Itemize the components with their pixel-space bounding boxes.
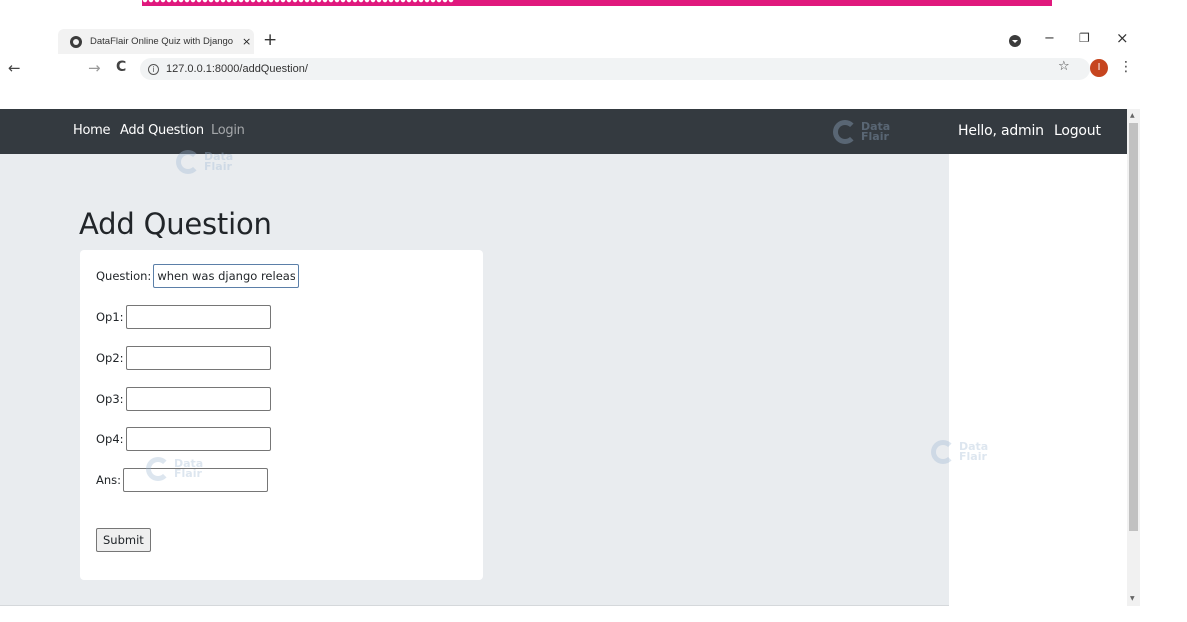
scroll-down-arrow-icon[interactable]: ▼ <box>1130 595 1135 602</box>
submit-button[interactable]: Submit <box>96 528 151 552</box>
content-bottom-divider <box>0 605 949 606</box>
op4-row: Op4: <box>96 427 271 451</box>
op3-row: Op3: <box>96 387 271 411</box>
profile-avatar[interactable]: I <box>1090 59 1108 77</box>
watermark-line2: Flair <box>204 160 232 173</box>
op4-input[interactable] <box>125 427 271 451</box>
tab-title: DataFlair Online Quiz with Django <box>90 36 234 47</box>
op1-input[interactable] <box>125 305 271 329</box>
site-navbar: Home Add Question Login Hello, admin Log… <box>0 109 1127 154</box>
tab-search-icon[interactable] <box>1009 35 1021 47</box>
op2-label: Op2: <box>96 351 124 365</box>
nav-login-link[interactable]: Login <box>211 123 245 138</box>
scrollbar-thumb[interactable] <box>1129 123 1138 531</box>
user-greeting: Hello, admin <box>958 123 1044 139</box>
dataflair-logo-icon <box>176 150 200 174</box>
info-icon[interactable]: i <box>148 63 159 75</box>
back-arrow-icon[interactable]: ← <box>8 59 21 77</box>
nav-logout-link[interactable]: Logout <box>1054 123 1101 139</box>
dataflair-logo-icon <box>931 440 955 464</box>
dataflair-logo-icon <box>146 457 170 481</box>
ans-label: Ans: <box>96 473 122 487</box>
op1-label: Op1: <box>96 310 124 324</box>
watermark-logo: Data Flair <box>146 457 203 481</box>
dataflair-logo-icon <box>833 120 857 144</box>
reload-icon[interactable]: C <box>116 59 126 75</box>
add-question-form: Question: Op1: Op2: Op3: Op4: Ans: <box>80 250 483 580</box>
question-label: Question: <box>96 269 152 283</box>
address-bar[interactable]: i 127.0.0.1:8000/addQuestion/ <box>140 58 1090 80</box>
browser-tabstrip: DataFlair Online Quiz with Django × + − … <box>0 26 1187 54</box>
op3-label: Op3: <box>96 392 124 406</box>
scroll-up-arrow-icon[interactable]: ▲ <box>1130 112 1135 119</box>
watermark-line2: Flair <box>861 130 889 143</box>
question-row: Question: <box>96 264 300 288</box>
nav-add-question-link[interactable]: Add Question <box>120 123 204 138</box>
new-tab-button[interactable]: + <box>263 30 277 50</box>
browser-tab[interactable]: DataFlair Online Quiz with Django × <box>58 29 254 54</box>
page-viewport: Home Add Question Login Hello, admin Log… <box>0 109 1127 606</box>
op4-label: Op4: <box>96 432 124 446</box>
url-text[interactable]: 127.0.0.1:8000/addQuestion/ <box>166 63 308 75</box>
nav-home-link[interactable]: Home <box>73 123 111 138</box>
page-title: Add Question <box>79 207 272 241</box>
forward-arrow-icon[interactable]: → <box>88 59 101 77</box>
main-content: DataFlair Add Question Question: Op1: Op… <box>0 150 988 606</box>
watermark-logo: Data Flair <box>931 440 988 464</box>
banner-pattern <box>142 0 454 5</box>
globe-icon <box>70 35 82 48</box>
close-window-button[interactable]: × <box>1116 29 1129 47</box>
watermark-line2: Flair <box>959 450 987 463</box>
op2-input[interactable] <box>125 346 271 370</box>
browser-toolbar: ← → C i 127.0.0.1:8000/addQuestion/ ☆ I … <box>0 55 1187 85</box>
minimize-button[interactable]: − <box>1044 31 1055 46</box>
op1-row: Op1: <box>96 305 271 329</box>
question-input[interactable] <box>153 264 300 288</box>
restore-button[interactable]: ❐ <box>1079 31 1090 45</box>
page-scrollbar[interactable]: ▲ ▼ <box>1127 109 1140 606</box>
op3-input[interactable] <box>125 387 271 411</box>
watermark-line2: Flair <box>174 467 202 480</box>
watermark-logo: Data Flair <box>176 150 233 174</box>
browser-menu-icon[interactable]: ⋮ <box>1119 59 1133 75</box>
bookmark-star-icon[interactable]: ☆ <box>1058 59 1070 74</box>
op2-row: Op2: <box>96 346 271 370</box>
watermark-logo: Data Flair <box>833 120 890 144</box>
tab-close-icon[interactable]: × <box>242 35 251 48</box>
